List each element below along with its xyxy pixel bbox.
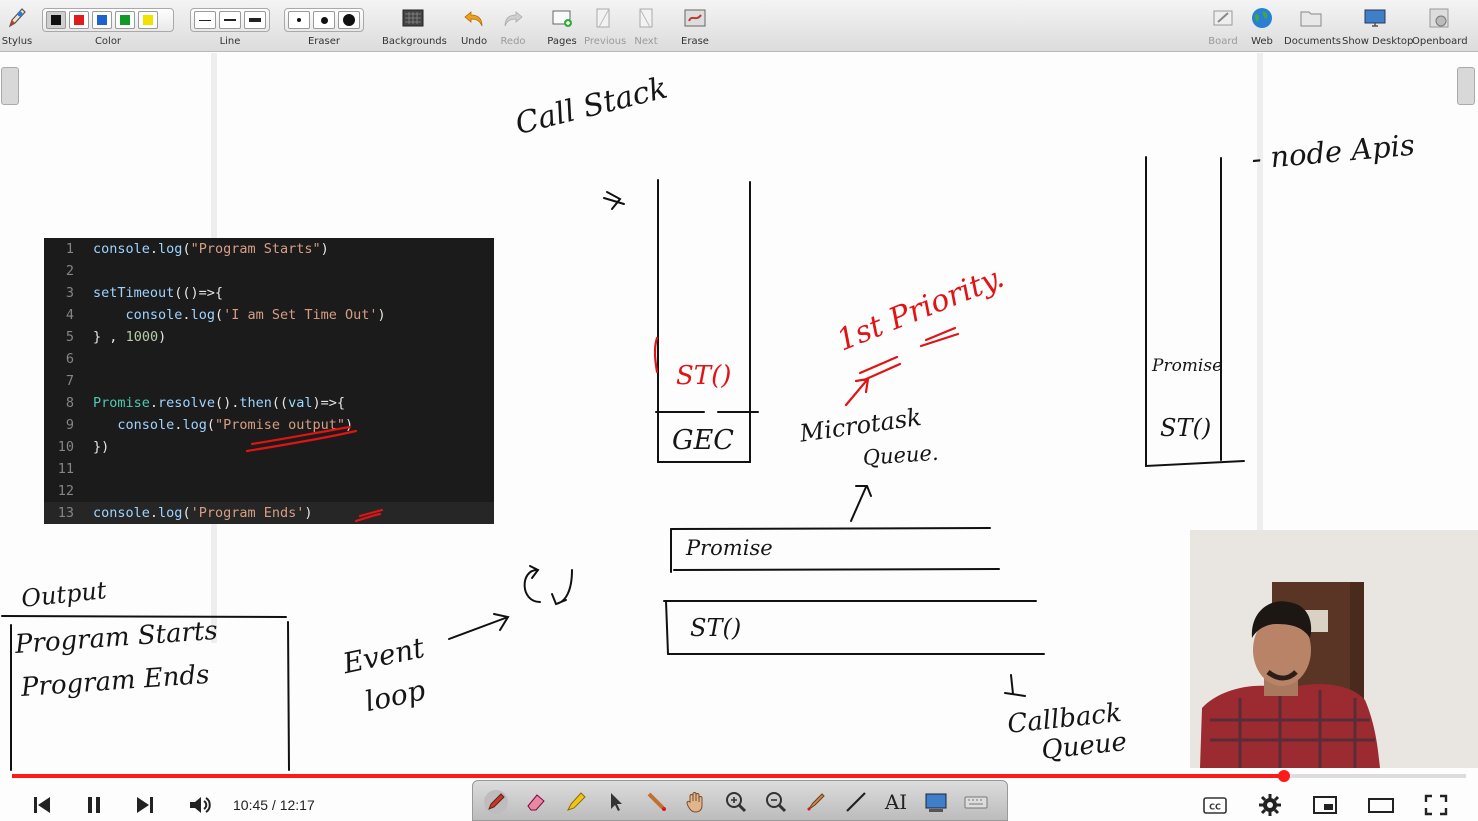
pause-button[interactable]	[80, 792, 108, 818]
marker-icon[interactable]	[803, 789, 829, 815]
laser-pointer-icon[interactable]	[643, 789, 669, 815]
zoom-in-icon[interactable]	[723, 789, 749, 815]
presenter-video-frame	[1190, 530, 1478, 768]
screen: Stylus Color Line Eraser Backgrounds Und…	[0, 0, 1478, 821]
text-tool-button[interactable]: AI	[883, 789, 909, 815]
subtitles-icon[interactable]: CC	[1201, 792, 1229, 818]
progress-scrubber[interactable]	[1278, 770, 1291, 782]
stack-frame-gec: GEC	[672, 425, 734, 456]
presenter-webcam	[1190, 530, 1478, 768]
node-api-promise: Promise	[1152, 356, 1223, 376]
progress-bar[interactable]	[12, 770, 1466, 782]
highlighter-icon[interactable]	[563, 789, 589, 815]
node-api-st: ST()	[1160, 414, 1212, 442]
time-separator: /	[268, 797, 280, 813]
eraser-tool-icon[interactable]	[523, 789, 549, 815]
volume-icon[interactable]	[186, 792, 214, 818]
stack-frame-st: ST()	[676, 361, 732, 391]
pen-icon[interactable]	[483, 789, 509, 815]
openboard-tool-palette: AI	[472, 780, 1008, 821]
settings-gear-icon[interactable]	[1256, 792, 1284, 818]
miniplayer-icon[interactable]	[1311, 792, 1339, 818]
video-duration: 12:17	[279, 797, 315, 813]
time-display: 10:45 / 12:17	[233, 797, 315, 813]
keyboard-icon[interactable]	[963, 789, 989, 815]
line-tool-icon[interactable]	[843, 789, 869, 815]
call-stack-box	[603, 179, 763, 463]
current-time: 10:45	[233, 797, 269, 813]
progress-played	[12, 774, 1285, 778]
callback-queue-st: ST()	[690, 614, 742, 642]
theater-mode-icon[interactable]	[1367, 792, 1395, 818]
previous-video-button[interactable]	[28, 792, 56, 818]
pointer-icon[interactable]	[603, 789, 629, 815]
hand-icon[interactable]	[683, 789, 709, 815]
svg-text:CC: CC	[1209, 803, 1221, 812]
microtask-queue-promise: Promise	[686, 536, 773, 560]
next-video-button[interactable]	[131, 792, 159, 818]
fullscreen-icon[interactable]	[1422, 792, 1450, 818]
event-loop-arrow	[448, 565, 573, 640]
capture-icon[interactable]	[923, 789, 949, 815]
zoom-out-icon[interactable]	[763, 789, 789, 815]
